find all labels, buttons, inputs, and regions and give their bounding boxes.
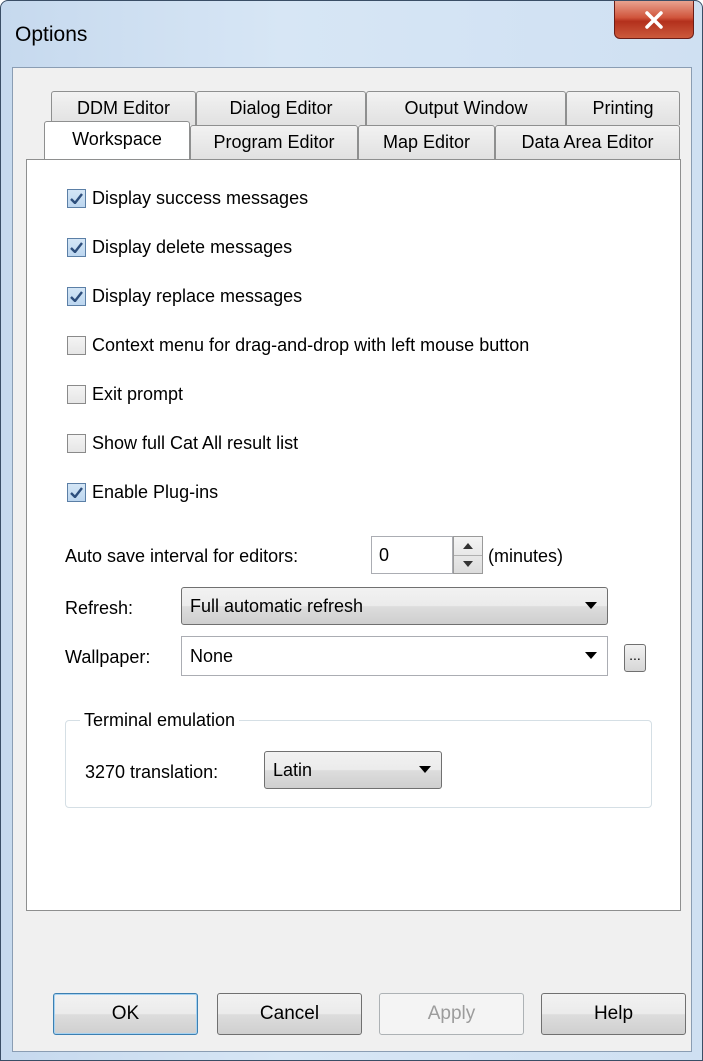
checkbox-enable-plug-ins[interactable] [67, 483, 86, 502]
tab-label: Workspace [72, 129, 162, 149]
caret-down-icon [463, 561, 473, 568]
spin-down-button[interactable] [454, 554, 482, 574]
refresh-value: Full automatic refresh [190, 595, 364, 616]
close-button[interactable] [614, 1, 694, 39]
checkbox-display-delete-messages[interactable] [67, 238, 86, 257]
tab-ddm-editor[interactable]: DDM Editor [51, 91, 196, 125]
autosave-label: Auto save interval for editors: [65, 546, 299, 566]
autosave-input[interactable]: 0 [371, 536, 453, 574]
checkbox-label: Exit prompt [92, 384, 184, 404]
checkmark-icon [70, 242, 83, 253]
checkmark-icon [70, 193, 83, 204]
options-dialog: Options DDM Editor Dialog Editor Output … [0, 0, 703, 1061]
tab-label: Output Window [404, 98, 528, 118]
checkbox-show-full-cat-all[interactable] [67, 434, 86, 453]
tab-label: Printing [592, 98, 654, 118]
tab-dialog-editor[interactable]: Dialog Editor [196, 91, 366, 125]
checkmark-icon [70, 487, 83, 498]
checkbox-label: Display replace messages [92, 286, 303, 306]
chevron-down-icon [419, 766, 431, 773]
checkbox-exit-prompt[interactable] [67, 385, 86, 404]
translation-dropdown[interactable]: Latin [264, 751, 442, 789]
checkbox-label: Enable Plug-ins [92, 482, 219, 502]
apply-button[interactable]: Apply [379, 993, 524, 1035]
tab-label: Data Area Editor [521, 132, 654, 152]
checkbox-context-menu-drag-drop[interactable] [67, 336, 86, 355]
checkbox-display-success-messages[interactable] [67, 189, 86, 208]
spin-up-button[interactable] [454, 537, 482, 555]
checkbox-row-context-menu-drag-drop[interactable]: Context menu for drag-and-drop with left… [67, 335, 529, 356]
checkbox-label: Context menu for drag-and-drop with left… [92, 335, 530, 355]
tab-map-editor[interactable]: Map Editor [358, 125, 495, 159]
refresh-dropdown[interactable]: Full automatic refresh [181, 587, 608, 625]
tab-output-window[interactable]: Output Window [366, 91, 566, 125]
translation-label: 3270 translation: [85, 762, 219, 782]
checkmark-icon [70, 291, 83, 302]
checkbox-row-display-delete-messages[interactable]: Display delete messages [67, 237, 292, 258]
terminal-emulation-title: Terminal emulation [80, 710, 240, 731]
close-icon [645, 10, 663, 29]
window-title: Options [15, 23, 88, 46]
tab-label: Dialog Editor [229, 98, 333, 118]
wallpaper-combobox[interactable]: None [181, 636, 608, 676]
translation-value: Latin [273, 759, 313, 780]
autosave-unit: (minutes) [488, 546, 564, 566]
tab-label: DDM Editor [76, 98, 170, 118]
chevron-down-icon [585, 652, 597, 659]
checkbox-row-exit-prompt[interactable]: Exit prompt [67, 384, 183, 405]
autosave-spinner[interactable] [453, 536, 483, 574]
wallpaper-value: None [190, 645, 234, 666]
ok-button[interactable]: OK [53, 993, 198, 1035]
help-button[interactable]: Help [541, 993, 686, 1035]
tab-label: Program Editor [213, 132, 335, 152]
refresh-label: Refresh: [65, 598, 134, 618]
tab-printing[interactable]: Printing [566, 91, 680, 125]
tab-data-area-editor[interactable]: Data Area Editor [495, 125, 680, 159]
tab-label: Map Editor [382, 132, 471, 152]
caret-up-icon [463, 542, 473, 549]
checkbox-row-show-full-cat-all[interactable]: Show full Cat All result list [67, 433, 298, 454]
checkbox-row-enable-plug-ins[interactable]: Enable Plug-ins [67, 482, 218, 503]
checkbox-row-display-success-messages[interactable]: Display success messages [67, 188, 308, 209]
checkbox-label: Display success messages [92, 188, 309, 208]
tab-program-editor[interactable]: Program Editor [190, 125, 358, 159]
checkbox-row-display-replace-messages[interactable]: Display replace messages [67, 286, 302, 307]
wallpaper-label: Wallpaper: [65, 647, 151, 667]
tab-workspace[interactable]: Workspace [44, 121, 190, 159]
checkbox-label: Show full Cat All result list [92, 433, 299, 453]
checkbox-display-replace-messages[interactable] [67, 287, 86, 306]
wallpaper-browse-button[interactable]: ... [624, 644, 646, 672]
chevron-down-icon [585, 602, 597, 609]
cancel-button[interactable]: Cancel [217, 993, 362, 1035]
checkbox-label: Display delete messages [92, 237, 293, 257]
